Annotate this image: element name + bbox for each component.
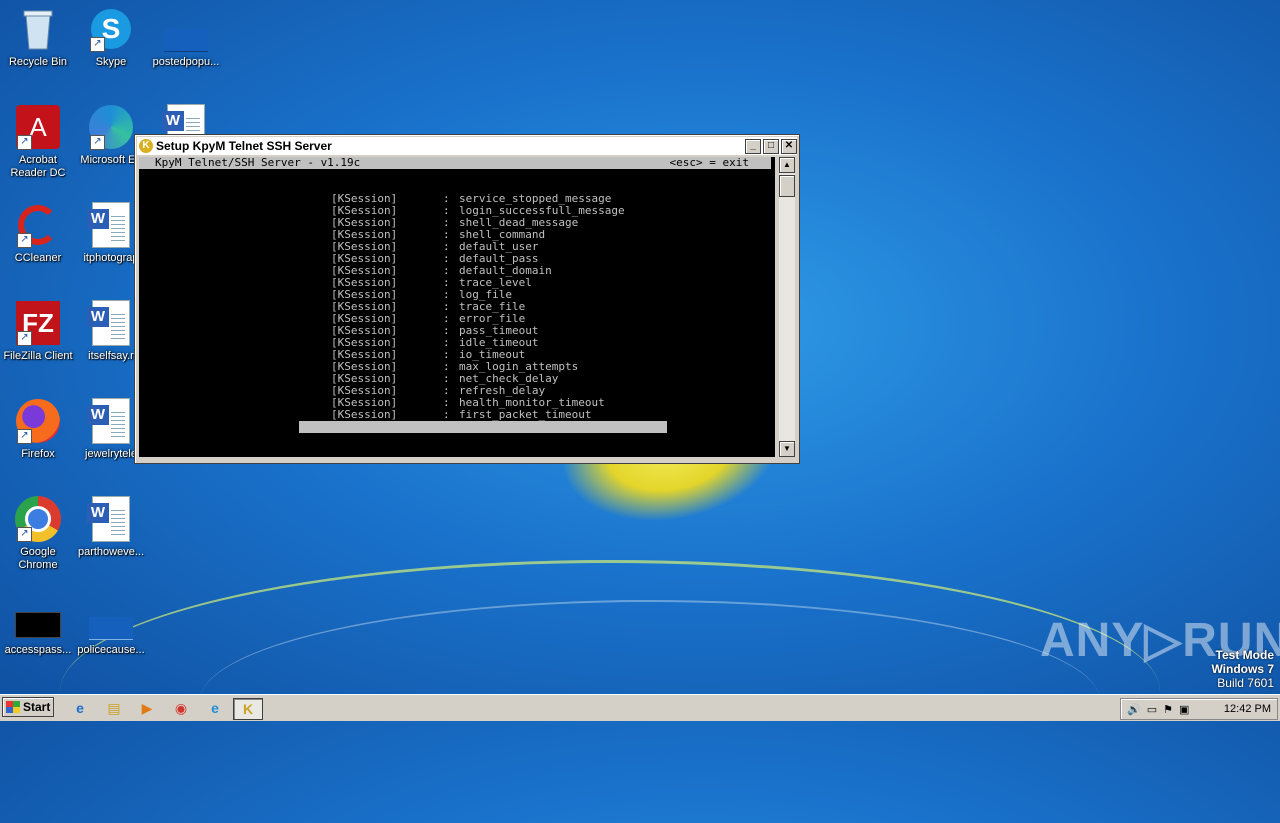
scroll-thumb[interactable] — [779, 175, 795, 197]
console-header: KpyM Telnet/SSH Server - v1.19c <esc> = … — [139, 157, 771, 169]
window-titlebar[interactable]: K Setup KpyM Telnet SSH Server _ □ ✕ — [137, 137, 797, 155]
window-title: Setup KpyM Telnet SSH Server — [156, 139, 332, 153]
network-icon[interactable]: ▣ — [1179, 703, 1189, 716]
start-label: Start — [23, 700, 51, 714]
kpym-icon: K — [139, 139, 153, 153]
desktop-icon-chrome[interactable]: ↗ Google Chrome — [0, 496, 76, 572]
shortcut-arrow-icon: ↗ — [17, 331, 32, 346]
explorer-icon[interactable]: ▤ — [102, 698, 126, 718]
test-mode-label: Test Mode — [1215, 648, 1274, 662]
desktop-icon-acrobat[interactable]: A ↗ Acrobat Reader DC — [0, 104, 76, 180]
blank-file-icon — [88, 594, 134, 640]
word-doc-icon: W — [87, 300, 134, 346]
taskbar: Start e ▤ ▶ ◉ e K 🔊 ▭ ⚑ ▣ 12:42 PM — [0, 694, 1280, 721]
setup-window[interactable]: K Setup KpyM Telnet SSH Server _ □ ✕ Kpy… — [134, 134, 800, 464]
shortcut-arrow-icon: ↗ — [17, 233, 32, 248]
edge-icon: ↗ — [88, 104, 134, 150]
ccleaner-icon: ↗ — [15, 202, 61, 248]
recycle-bin-icon — [15, 6, 61, 52]
scroll-down-button[interactable]: ▼ — [779, 441, 795, 457]
shortcut-arrow-icon: ↗ — [17, 429, 32, 444]
edge-icon[interactable]: e — [203, 698, 227, 718]
kpym-taskbar-button[interactable]: K — [233, 698, 263, 720]
desktop-icon-policecause[interactable]: policecause... — [73, 594, 149, 657]
row-section: [KSession] — [331, 408, 398, 421]
test-mode-notice: Test Mode Windows 7 Build 7601 — [1211, 648, 1274, 690]
flag-icon[interactable]: ⚑ — [1163, 703, 1173, 716]
selected-row[interactable]: o [KSession]: screen_width — [299, 421, 667, 445]
shortcut-arrow-icon: ↗ — [90, 37, 105, 52]
media-player-icon[interactable]: ▶ — [135, 698, 159, 718]
word-doc-icon: W — [87, 496, 134, 542]
system-tray: 🔊 ▭ ⚑ ▣ 12:42 PM — [1120, 698, 1278, 720]
config-row[interactable]: [KSession]: first_packet_timeout — [331, 409, 591, 421]
shortcut-arrow-icon: ↗ — [90, 135, 105, 150]
desktop-icon-firefox[interactable]: ↗ Firefox — [0, 398, 76, 461]
ie-icon[interactable]: e — [68, 698, 92, 718]
scroll-up-button[interactable]: ▲ — [779, 157, 795, 173]
console-scrollbar[interactable]: ▲ ▼ — [779, 157, 795, 457]
row-key: first_packet_timeout — [459, 408, 592, 421]
desktop-icon-ccleaner[interactable]: ↗ CCleaner — [0, 202, 76, 265]
console-header-title: KpyM Telnet/SSH Server - v1.19c — [155, 156, 361, 169]
maximize-button[interactable]: □ — [763, 138, 779, 154]
windows-flag-icon — [6, 701, 20, 713]
desktop-icon-filezilla[interactable]: FZ ↗ FileZilla Client — [0, 300, 76, 363]
console-header-hint: <esc> = exit — [669, 156, 749, 169]
os-label: Windows 7 — [1211, 662, 1274, 676]
blank-file-icon — [163, 6, 209, 52]
filezilla-icon: FZ ↗ — [15, 300, 61, 346]
desktop-icon-skype[interactable]: S ↗ Skype — [73, 6, 149, 69]
shortcut-arrow-icon: ↗ — [17, 135, 32, 150]
desktop-icon-postedpopu[interactable]: postedpopu... — [148, 6, 224, 69]
row-colon: : — [482, 432, 490, 445]
skype-icon: S ↗ — [88, 6, 134, 52]
chrome-icon[interactable]: ◉ — [169, 698, 193, 718]
console-area[interactable]: KpyM Telnet/SSH Server - v1.19c <esc> = … — [139, 157, 775, 457]
black-file-icon — [15, 594, 61, 640]
row-colon: : — [443, 408, 450, 421]
firefox-icon: ↗ — [15, 398, 61, 444]
build-label: Build 7601 — [1217, 676, 1274, 690]
acrobat-icon: A ↗ — [15, 104, 61, 150]
display-icon[interactable]: ▭ — [1147, 703, 1157, 716]
clock[interactable]: 12:42 PM — [1224, 703, 1271, 715]
shortcut-arrow-icon: ↗ — [17, 527, 32, 542]
desktop-icon-accesspass[interactable]: accesspass... — [0, 594, 76, 657]
row-section: [KSession] — [370, 432, 437, 445]
minimize-button[interactable]: _ — [745, 138, 761, 154]
row-key: screen_width — [498, 432, 579, 445]
selection-marker: o — [346, 432, 354, 445]
desktop-icon-parthoweve[interactable]: W parthoweve... — [73, 496, 149, 559]
word-doc-icon: W — [87, 202, 134, 248]
chrome-icon: ↗ — [15, 496, 61, 542]
volume-icon[interactable]: 🔊 — [1127, 703, 1141, 716]
word-doc-icon: W — [87, 398, 134, 444]
desktop-icon-recycle-bin[interactable]: Recycle Bin — [0, 6, 76, 69]
start-button[interactable]: Start — [2, 697, 54, 717]
close-button[interactable]: ✕ — [781, 138, 797, 154]
